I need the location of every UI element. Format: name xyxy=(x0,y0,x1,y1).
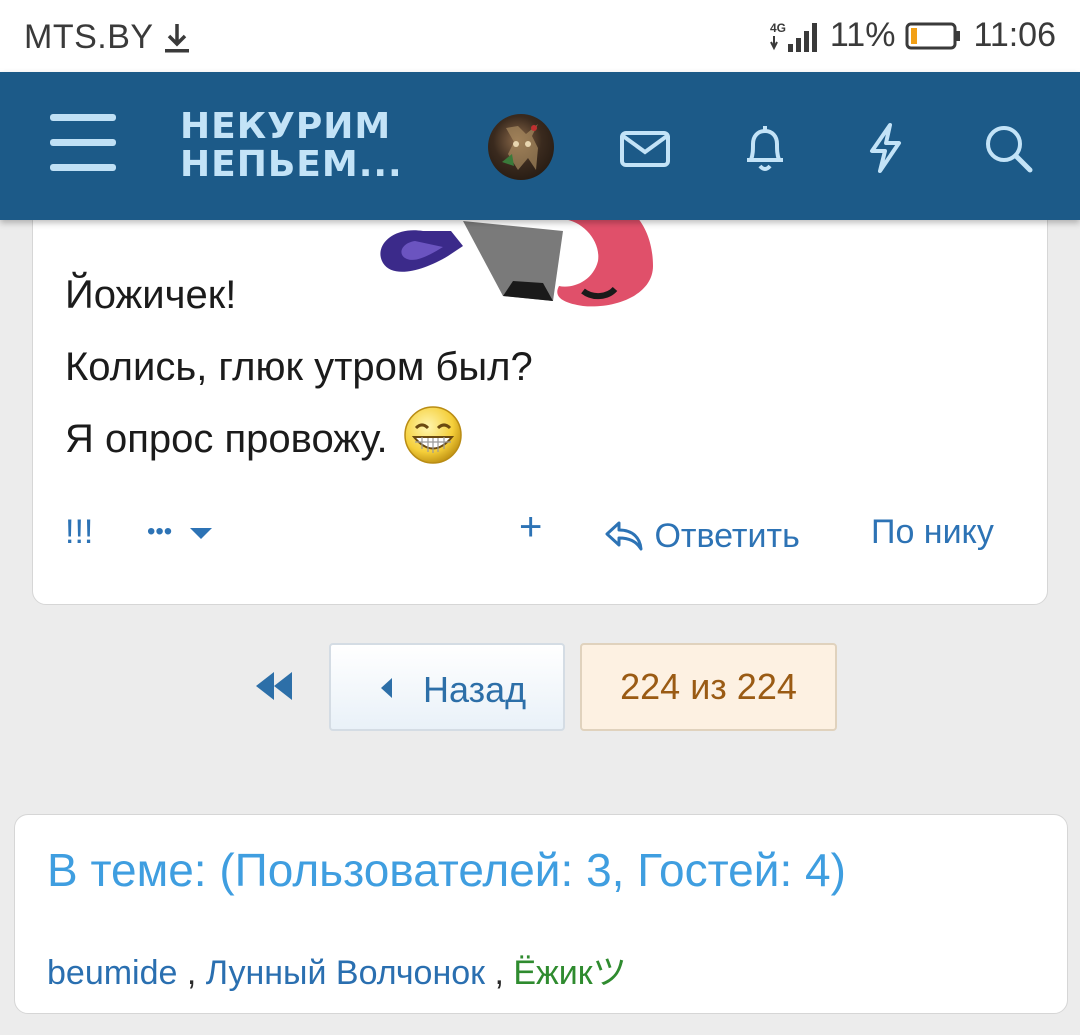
status-bar-left: MTS.BY xyxy=(24,18,192,57)
online-title: В теме: (Пользователей: 3, Гостей: 4) xyxy=(47,844,846,896)
bell-icon[interactable] xyxy=(737,120,793,176)
first-page-icon[interactable] xyxy=(252,668,296,704)
reply-icon xyxy=(605,521,643,551)
add-button[interactable]: + xyxy=(519,505,542,550)
post-line-1: Йожичек! xyxy=(65,273,237,317)
battery-icon xyxy=(905,22,961,49)
post-actions: !!! ••• + Ответить По нику xyxy=(33,501,1047,561)
user-separator: , xyxy=(177,954,206,992)
post-line-2: Колись, глюк утром был? xyxy=(65,345,533,389)
grin-smiley-icon xyxy=(403,406,462,465)
post-card: Йожичек! Колись, глюк утром был? Я опрос… xyxy=(32,200,1048,605)
reply-label: Ответить xyxy=(654,517,800,555)
chevron-down-icon xyxy=(189,528,212,539)
clock: 11:06 xyxy=(973,16,1056,54)
by-nick-button[interactable]: По нику xyxy=(871,513,994,552)
post-line-3: Я опрос провожу. xyxy=(65,403,533,475)
exclaim-button[interactable]: !!! xyxy=(65,513,93,552)
online-users-block: В теме: (Пользователей: 3, Гостей: 4) be… xyxy=(14,814,1068,1014)
battery-percent: 11% xyxy=(829,16,896,54)
prev-page-button[interactable]: Назад xyxy=(329,643,565,731)
search-icon[interactable] xyxy=(980,120,1036,176)
user-link[interactable]: Лунный Волчонок xyxy=(206,954,485,992)
top-nav-bar: НЕКУРИМ НЕПЬЕМ... xyxy=(0,72,1080,220)
status-bar: MTS.BY 4G 11% 11:06 xyxy=(0,0,1080,72)
more-dots: ••• xyxy=(147,518,173,545)
user-link[interactable]: beumide xyxy=(47,954,177,992)
caret-left-icon xyxy=(381,678,392,698)
logo-line-1: НЕКУРИМ xyxy=(180,106,392,147)
post-line-3-text: Я опрос провожу. xyxy=(65,417,388,461)
avatar[interactable] xyxy=(488,114,554,180)
download-icon xyxy=(164,23,189,52)
mail-icon[interactable] xyxy=(617,120,673,176)
bolt-icon[interactable] xyxy=(857,120,913,176)
user-separator: , xyxy=(485,954,514,992)
menu-icon[interactable] xyxy=(50,114,116,174)
site-logo[interactable]: НЕКУРИМ НЕПЬЕМ... xyxy=(180,108,403,184)
svg-text:4G: 4G xyxy=(770,21,786,35)
reply-button[interactable]: Ответить xyxy=(603,513,800,556)
more-menu-button[interactable]: ••• xyxy=(147,513,214,552)
status-bar-right: 4G 11% 11:06 xyxy=(768,16,1056,55)
logo-line-2: НЕПЬЕМ... xyxy=(180,144,403,185)
prev-page-label: Назад xyxy=(423,669,527,710)
online-users-list: beumide , Лунный Волчонок , Ёжикツ xyxy=(47,945,627,994)
user-link[interactable]: Ёжикツ xyxy=(513,954,626,992)
current-page-indicator: 224 из 224 xyxy=(580,643,837,731)
signal-icon: 4G xyxy=(770,21,817,52)
post-body: Йожичек! Колись, глюк утром был? Я опрос… xyxy=(65,259,533,475)
carrier-label: MTS.BY xyxy=(24,18,154,56)
avatar-image xyxy=(502,124,538,170)
